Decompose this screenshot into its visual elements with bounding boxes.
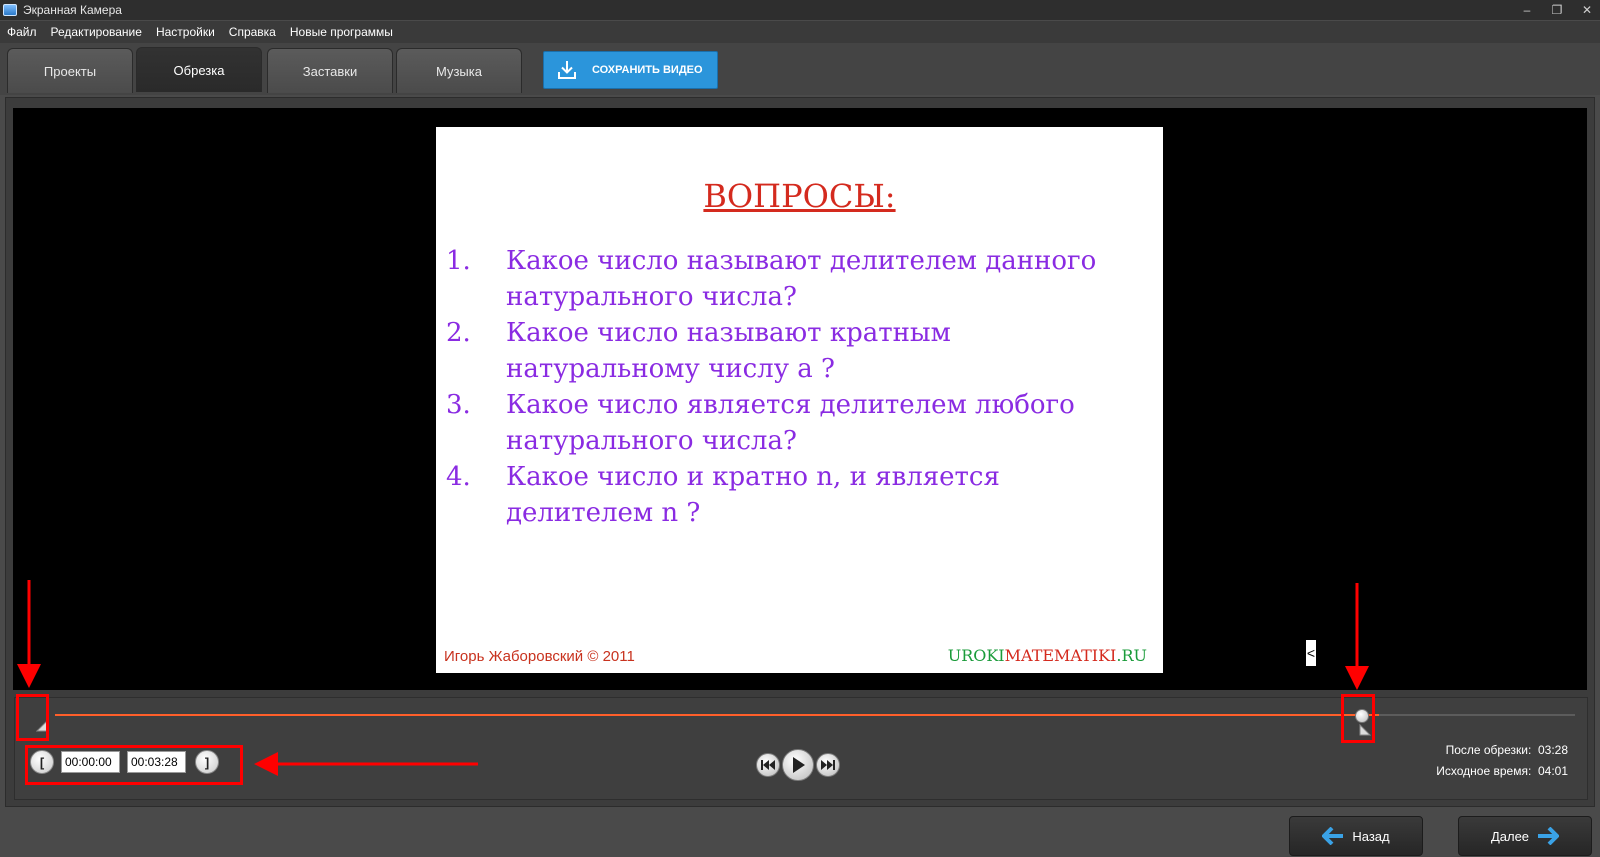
restore-button[interactable]: ❐ <box>1550 3 1564 17</box>
app-icon <box>3 4 17 16</box>
save-video-button[interactable]: СОХРАНИТЬ ВИДЕО <box>543 51 718 89</box>
question-number: 2. <box>446 318 471 348</box>
window-title: Экранная Камера <box>23 3 122 17</box>
back-button[interactable]: Назад <box>1289 816 1423 856</box>
save-video-label: СОХРАНИТЬ ВИДЕО <box>592 64 703 76</box>
slide-site: UROKIMATEMATIKI.RU <box>948 646 1147 665</box>
skip-forward-icon <box>821 760 835 770</box>
skip-back-button[interactable] <box>756 753 780 777</box>
menu-help[interactable]: Справка <box>229 25 276 39</box>
question-line: Какое число и кратно n, и является <box>506 462 1000 492</box>
arrow-right-icon <box>1538 827 1560 845</box>
after-trim-row: После обрезки: 03:28 <box>1436 740 1568 761</box>
playback-controls <box>756 749 840 781</box>
tab-music[interactable]: Музыка <box>396 48 522 93</box>
question-line: Какое число является делителем любого <box>506 390 1075 420</box>
source-time-value: 04:01 <box>1537 764 1568 778</box>
question-text: Какое число является делителем любого нат… <box>506 387 1156 459</box>
tab-projects[interactable]: Проекты <box>7 48 133 93</box>
video-frame-slide: ВОПРОСЫ: 1. Какое число называют делител… <box>436 127 1163 673</box>
question-text: Какое число и кратно n, и является делите… <box>506 459 1156 531</box>
menu-new-programs[interactable]: Новые программы <box>290 25 393 39</box>
annotation-box-end-marker <box>1341 694 1375 743</box>
question-line: Какое число называют делителем данного <box>506 246 1097 276</box>
skip-back-icon <box>761 760 775 770</box>
source-time-label: Исходное время: <box>1436 764 1532 778</box>
minimize-button[interactable]: – <box>1520 3 1534 17</box>
site-part: MATEMATIKI <box>1004 646 1117 665</box>
question-number: 3. <box>446 390 471 420</box>
tab-trim[interactable]: Обрезка <box>136 47 262 92</box>
download-icon <box>558 61 576 79</box>
annotation-box-trim-fields <box>25 745 243 785</box>
question-line: Какое число называют кратным <box>506 318 951 348</box>
site-part: UROKI <box>947 646 1005 665</box>
back-label: Назад <box>1352 828 1390 844</box>
question-number: 4. <box>446 462 471 492</box>
next-label: Далее <box>1490 828 1530 844</box>
site-part: .RU <box>1116 646 1147 665</box>
next-button[interactable]: Далее <box>1458 816 1592 856</box>
question-line: натуральному числу a ? <box>506 354 835 384</box>
slide-title: ВОПРОСЫ: <box>703 177 896 215</box>
question-line: натурального числа? <box>506 282 797 312</box>
menu-file[interactable]: Файл <box>7 25 37 39</box>
slide-author: Игорь Жаборовский © 2011 <box>444 648 635 665</box>
question-line: делителем n ? <box>506 498 701 528</box>
tab-bar: Проекты Обрезка Заставки Музыка СОХРАНИТ… <box>0 43 1600 95</box>
window-controls: – ❐ ✕ <box>1520 0 1594 20</box>
menu-settings[interactable]: Настройки <box>156 25 215 39</box>
panel-collapse-button[interactable]: < <box>1306 640 1316 666</box>
menu-bar: Файл Редактирование Настройки Справка Но… <box>0 21 1600 43</box>
after-trim-label: После обрезки: <box>1445 743 1532 757</box>
skip-forward-button[interactable] <box>816 753 840 777</box>
question-line: натурального числа? <box>506 426 797 456</box>
question-text: Какое число называют кратным натуральному… <box>506 315 1156 387</box>
timeline-trimmed-range <box>55 714 1379 716</box>
question-text: Какое число называют делителем данного на… <box>506 243 1156 315</box>
close-button[interactable]: ✕ <box>1580 3 1594 17</box>
play-button[interactable] <box>782 749 814 781</box>
after-trim-value: 03:28 <box>1537 743 1568 757</box>
question-number: 1. <box>446 246 471 276</box>
source-time-row: Исходное время: 04:01 <box>1436 761 1568 782</box>
play-icon <box>793 757 805 773</box>
title-bar: Экранная Камера – ❐ ✕ <box>0 0 1600 20</box>
annotation-box-start-marker <box>16 694 49 741</box>
tab-intros[interactable]: Заставки <box>267 48 393 93</box>
menu-edit[interactable]: Редактирование <box>51 25 142 39</box>
duration-info: После обрезки: 03:28 Исходное время: 04:… <box>1436 740 1568 782</box>
arrow-left-icon <box>1322 827 1344 845</box>
